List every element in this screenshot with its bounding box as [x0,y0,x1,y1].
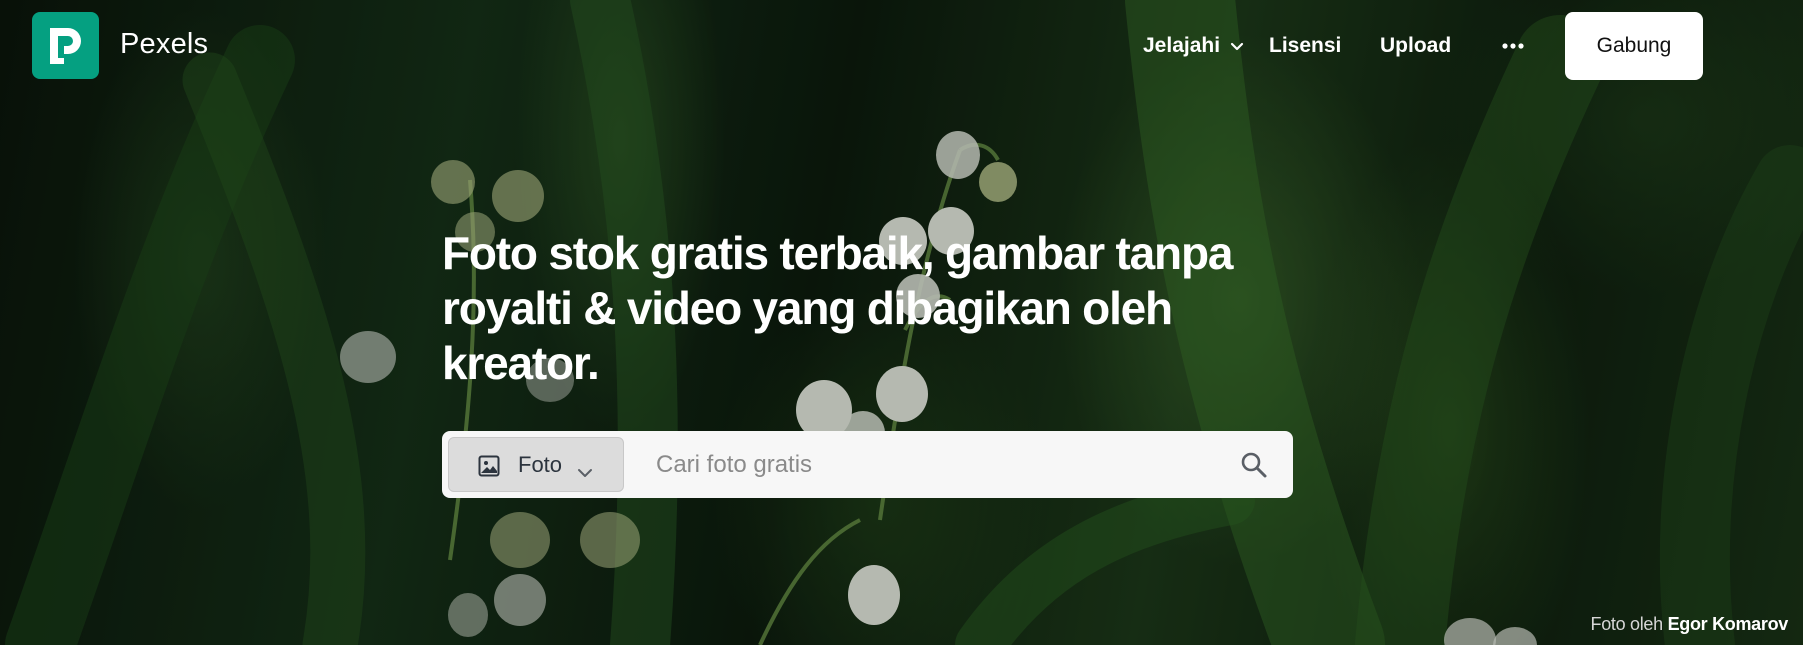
nav-license-link[interactable]: Lisensi [1269,0,1341,92]
photo-credit: Foto oleh Egor Komarov [1591,614,1789,635]
top-navbar: Pexels Jelajahi Lisensi Upload Gabung [0,0,1803,92]
nav-explore-dropdown[interactable]: Jelajahi [1143,0,1244,92]
photo-author-link[interactable]: Egor Komarov [1668,614,1789,634]
brand-name[interactable]: Pexels [120,28,208,61]
search-input[interactable] [656,445,1216,485]
search-bar: Foto [442,431,1293,498]
nav-upload-link[interactable]: Upload [1380,0,1451,92]
media-type-label: Foto [518,452,563,477]
media-type-select[interactable]: Foto [448,437,624,492]
search-icon[interactable] [1240,451,1268,479]
photo-credit-prefix: Foto oleh [1590,614,1664,634]
pexels-logo-icon[interactable] [32,12,99,79]
hero-headline: Foto stok gratis terbaik, gambar tanpa r… [442,227,1233,389]
chevron-down-icon [577,458,593,484]
image-icon [478,455,500,483]
chevron-down-icon [1230,34,1244,58]
nav-explore-label: Jelajahi [1143,34,1221,57]
join-button[interactable]: Gabung [1565,12,1703,80]
more-dots-icon[interactable] [1501,0,1525,92]
